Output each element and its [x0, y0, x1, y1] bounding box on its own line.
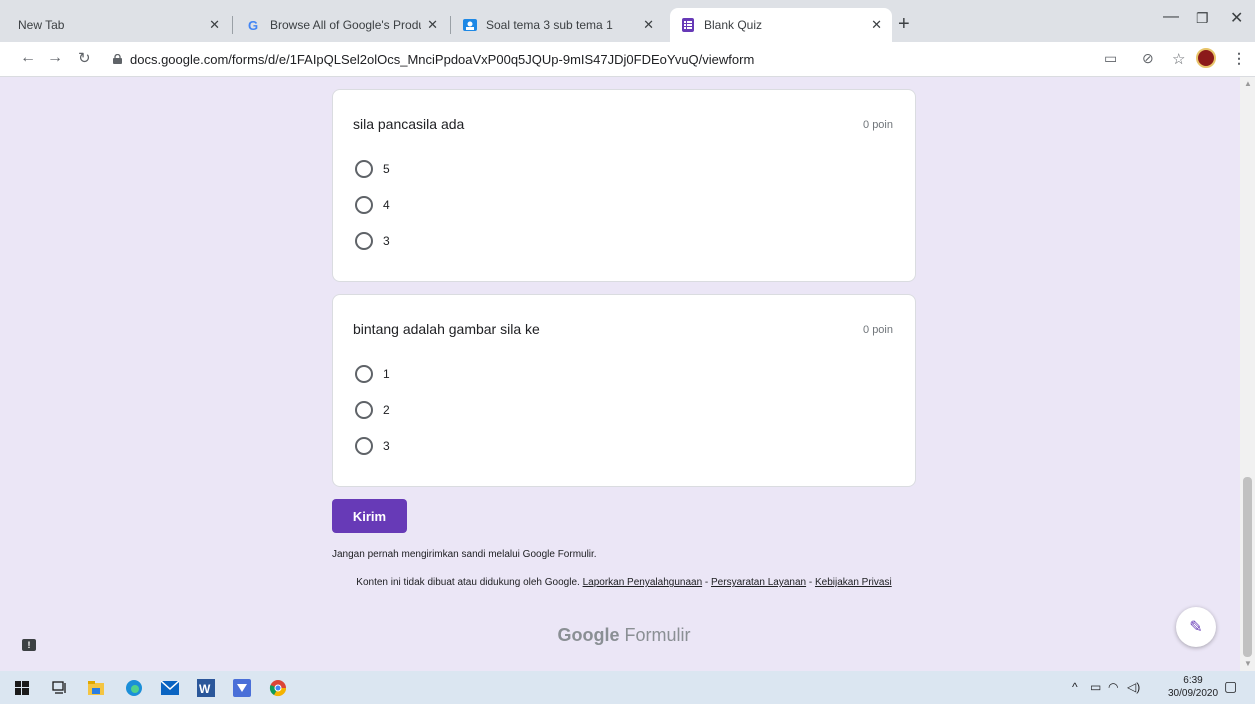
option-label: 4: [383, 198, 390, 212]
url-input[interactable]: docs.google.com/forms/d/e/1FAIpQLSel2olO…: [113, 47, 1113, 71]
wifi-icon[interactable]: ◠: [1108, 680, 1118, 694]
disclaimer-text: Konten ini tidak dibuat atau didukung ol…: [356, 577, 580, 588]
close-icon[interactable]: ✕: [643, 17, 654, 33]
question-card: sila pancasila ada 0 poin 5 4 3: [332, 89, 916, 282]
radio-button[interactable]: [355, 401, 373, 419]
radio-button[interactable]: [355, 160, 373, 178]
password-warning: Jangan pernah mengirimkan sandi melalui …: [332, 549, 597, 560]
scroll-up-icon[interactable]: ▲: [1244, 79, 1252, 88]
clock[interactable]: 6:39 30/09/2020: [1168, 674, 1218, 700]
menu-kebab-icon[interactable]: ⋮: [1232, 50, 1246, 67]
svg-text:W: W: [199, 682, 211, 696]
submit-button[interactable]: Kirim: [332, 499, 407, 533]
minimize-icon[interactable]: —: [1163, 8, 1179, 26]
link-separator: -: [702, 577, 712, 588]
tab-google-products[interactable]: G Browse All of Google's Products ✕: [236, 8, 448, 42]
privacy-link[interactable]: Kebijakan Privasi: [815, 577, 892, 588]
lock-icon: [113, 54, 122, 64]
edge-browser-icon[interactable]: [124, 678, 144, 698]
svg-text:G: G: [248, 18, 258, 32]
reload-icon[interactable]: ↻: [78, 49, 91, 67]
url-text: docs.google.com/forms/d/e/1FAIpQLSel2olO…: [130, 51, 755, 67]
edit-pencil-icon[interactable]: ✎: [1176, 607, 1216, 647]
question-card: bintang adalah gambar sila ke 0 poin 1 2…: [332, 294, 916, 487]
clock-date: 30/09/2020: [1168, 688, 1219, 699]
tab-divider: [450, 16, 451, 34]
tab-label: Browse All of Google's Products: [270, 18, 421, 32]
restore-icon[interactable]: ❐: [1196, 10, 1209, 27]
option-label: 3: [383, 439, 390, 453]
tab-new-tab[interactable]: New Tab ✕: [8, 8, 230, 42]
tab-label: Soal tema 3 sub tema 1: [486, 18, 613, 32]
google-forms-logo[interactable]: Google Formulir: [332, 625, 916, 646]
radio-button[interactable]: [355, 437, 373, 455]
notifications-icon[interactable]: ▢: [1224, 678, 1237, 695]
link-separator: -: [806, 577, 815, 588]
radio-button[interactable]: [355, 365, 373, 383]
word-icon[interactable]: W: [196, 678, 216, 698]
report-abuse-link[interactable]: Laporkan Penyalahgunaan: [583, 577, 703, 588]
terms-link[interactable]: Persyaratan Layanan: [711, 577, 806, 588]
tab-classroom[interactable]: Soal tema 3 sub tema 1 ✕: [452, 8, 664, 42]
new-tab-icon[interactable]: +: [898, 13, 910, 36]
close-icon[interactable]: ✕: [209, 17, 220, 33]
tab-label: New Tab: [18, 18, 65, 32]
taskbar: W ^ ▭ ◠ ◁) 6:39 30/09/2020 ▢: [0, 671, 1255, 704]
volume-icon[interactable]: ◁): [1127, 680, 1140, 694]
google-forms-icon: [680, 17, 696, 33]
avatar[interactable]: [1196, 48, 1216, 68]
clock-time: 6:39: [1183, 675, 1203, 686]
question-points: 0 poin: [863, 119, 893, 131]
address-bar-row: ← → ↻ docs.google.com/forms/d/e/1FAIpQLS…: [0, 42, 1255, 77]
radio-option[interactable]: 5: [355, 160, 390, 178]
logo-forms-text: Formulir: [624, 625, 691, 645]
scroll-down-icon[interactable]: ▼: [1244, 659, 1252, 668]
tab-blank-quiz[interactable]: Blank Quiz ✕: [670, 8, 892, 42]
option-label: 1: [383, 367, 390, 381]
option-label: 2: [383, 403, 390, 417]
option-label: 5: [383, 162, 390, 176]
option-label: 3: [383, 234, 390, 248]
radio-option[interactable]: 3: [355, 437, 390, 455]
form-page: sila pancasila ada 0 poin 5 4 3 bintang …: [0, 77, 1240, 671]
question-title: bintang adalah gambar sila ke: [353, 321, 540, 337]
radio-option[interactable]: 3: [355, 232, 390, 250]
radio-button[interactable]: [355, 232, 373, 250]
file-explorer-icon[interactable]: [86, 678, 106, 698]
radio-button[interactable]: [355, 196, 373, 214]
disclaimer: Konten ini tidak dibuat atau didukung ol…: [332, 577, 916, 589]
feedback-icon[interactable]: !: [22, 639, 36, 651]
radio-option[interactable]: 2: [355, 401, 390, 419]
question-title: sila pancasila ada: [353, 116, 465, 132]
window-close-icon[interactable]: ✕: [1230, 8, 1243, 28]
cast-icon[interactable]: ▭: [1104, 50, 1117, 67]
battery-icon[interactable]: ▭: [1090, 680, 1101, 694]
close-icon[interactable]: ✕: [427, 17, 438, 33]
radio-option[interactable]: 1: [355, 365, 390, 383]
app-icon[interactable]: [232, 678, 252, 698]
bookmark-star-icon[interactable]: ☆: [1172, 50, 1185, 68]
radio-option[interactable]: 4: [355, 196, 390, 214]
classroom-icon: [462, 17, 478, 33]
logo-google-text: Google: [557, 625, 620, 645]
forward-arrow-icon[interactable]: →: [47, 49, 63, 67]
windows-start-icon[interactable]: [12, 678, 32, 698]
scrollbar[interactable]: ▲ ▼: [1240, 77, 1255, 671]
close-icon[interactable]: ✕: [871, 17, 882, 33]
chevron-up-icon[interactable]: ^: [1072, 680, 1078, 694]
eye-off-icon[interactable]: ⊘: [1142, 50, 1154, 67]
browser-tab-bar: New Tab ✕ G Browse All of Google's Produ…: [0, 0, 1255, 42]
question-points: 0 poin: [863, 324, 893, 336]
mail-icon[interactable]: [160, 678, 180, 698]
google-g-icon: G: [246, 17, 262, 33]
tab-divider: [232, 16, 233, 34]
chrome-icon[interactable]: [268, 678, 288, 698]
tab-label: Blank Quiz: [704, 18, 763, 32]
back-arrow-icon[interactable]: ←: [20, 49, 36, 67]
task-view-icon[interactable]: [50, 678, 70, 698]
scrollbar-thumb[interactable]: [1243, 477, 1252, 657]
